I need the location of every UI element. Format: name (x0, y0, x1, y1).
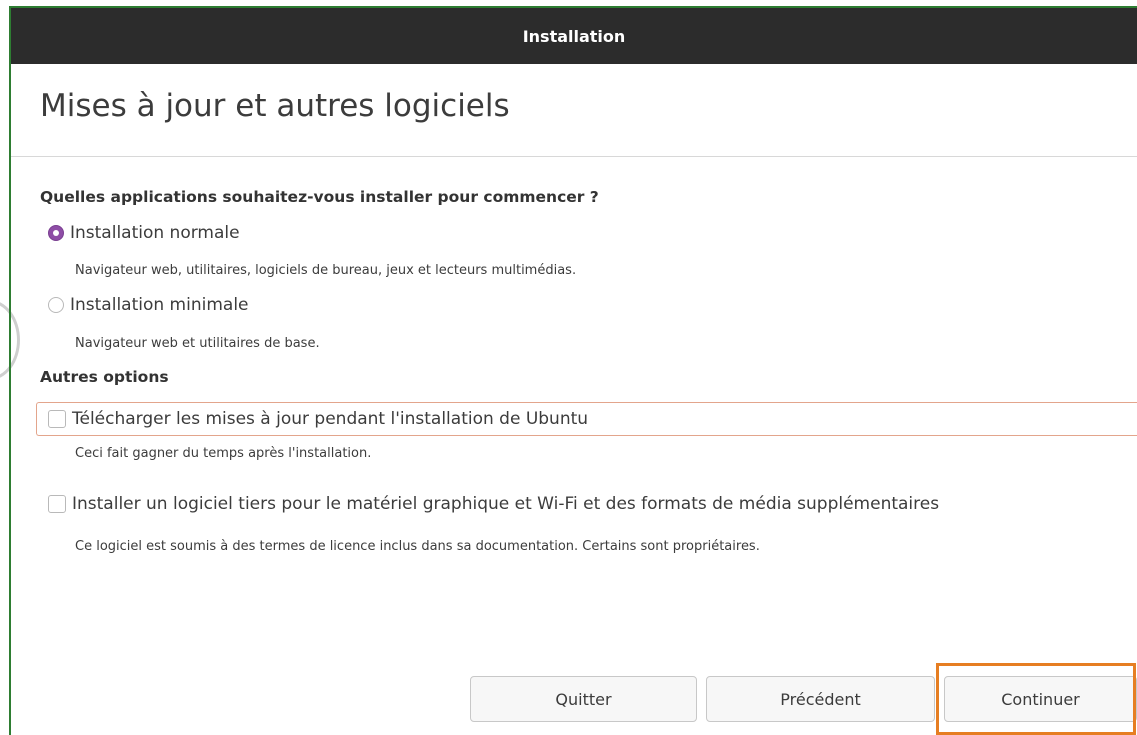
checkbox-label: Installer un logiciel tiers pour le maté… (72, 494, 940, 514)
checkbox-download-updates[interactable]: Télécharger les mises à jour pendant l'i… (48, 409, 588, 429)
previous-button[interactable]: Précédent (706, 676, 935, 722)
radio-selected-icon[interactable] (48, 225, 64, 241)
apps-question: Quelles applications souhaitez-vous inst… (40, 188, 599, 206)
option-description: Ce logiciel est soumis à des termes de l… (75, 539, 760, 554)
checkbox-icon[interactable] (48, 410, 66, 428)
radio-installation-normale[interactable]: Installation normale (48, 223, 240, 243)
option-description: Navigateur web et utilitaires de base. (75, 336, 320, 351)
option-description: Navigateur web, utilitaires, logiciels d… (75, 263, 577, 278)
page-title: Mises à jour et autres logiciels (40, 88, 510, 124)
header-divider (11, 156, 1137, 157)
window-titlebar: Installation (11, 8, 1137, 64)
checkbox-third-party-software[interactable]: Installer un logiciel tiers pour le maté… (48, 494, 939, 514)
window-title: Installation (522, 26, 626, 46)
checkbox-icon[interactable] (48, 495, 66, 513)
quit-button[interactable]: Quitter (470, 676, 697, 722)
radio-installation-minimale[interactable]: Installation minimale (48, 295, 249, 315)
radio-unselected-icon[interactable] (48, 297, 64, 313)
radio-label: Installation minimale (70, 295, 249, 315)
checkbox-label: Télécharger les mises à jour pendant l'i… (72, 409, 589, 429)
radio-label: Installation normale (70, 223, 240, 243)
window-frame-left (9, 8, 11, 735)
option-description: Ceci fait gagner du temps après l'instal… (75, 446, 372, 461)
continue-highlight-annotation (936, 663, 1136, 735)
other-options-title: Autres options (40, 368, 169, 386)
